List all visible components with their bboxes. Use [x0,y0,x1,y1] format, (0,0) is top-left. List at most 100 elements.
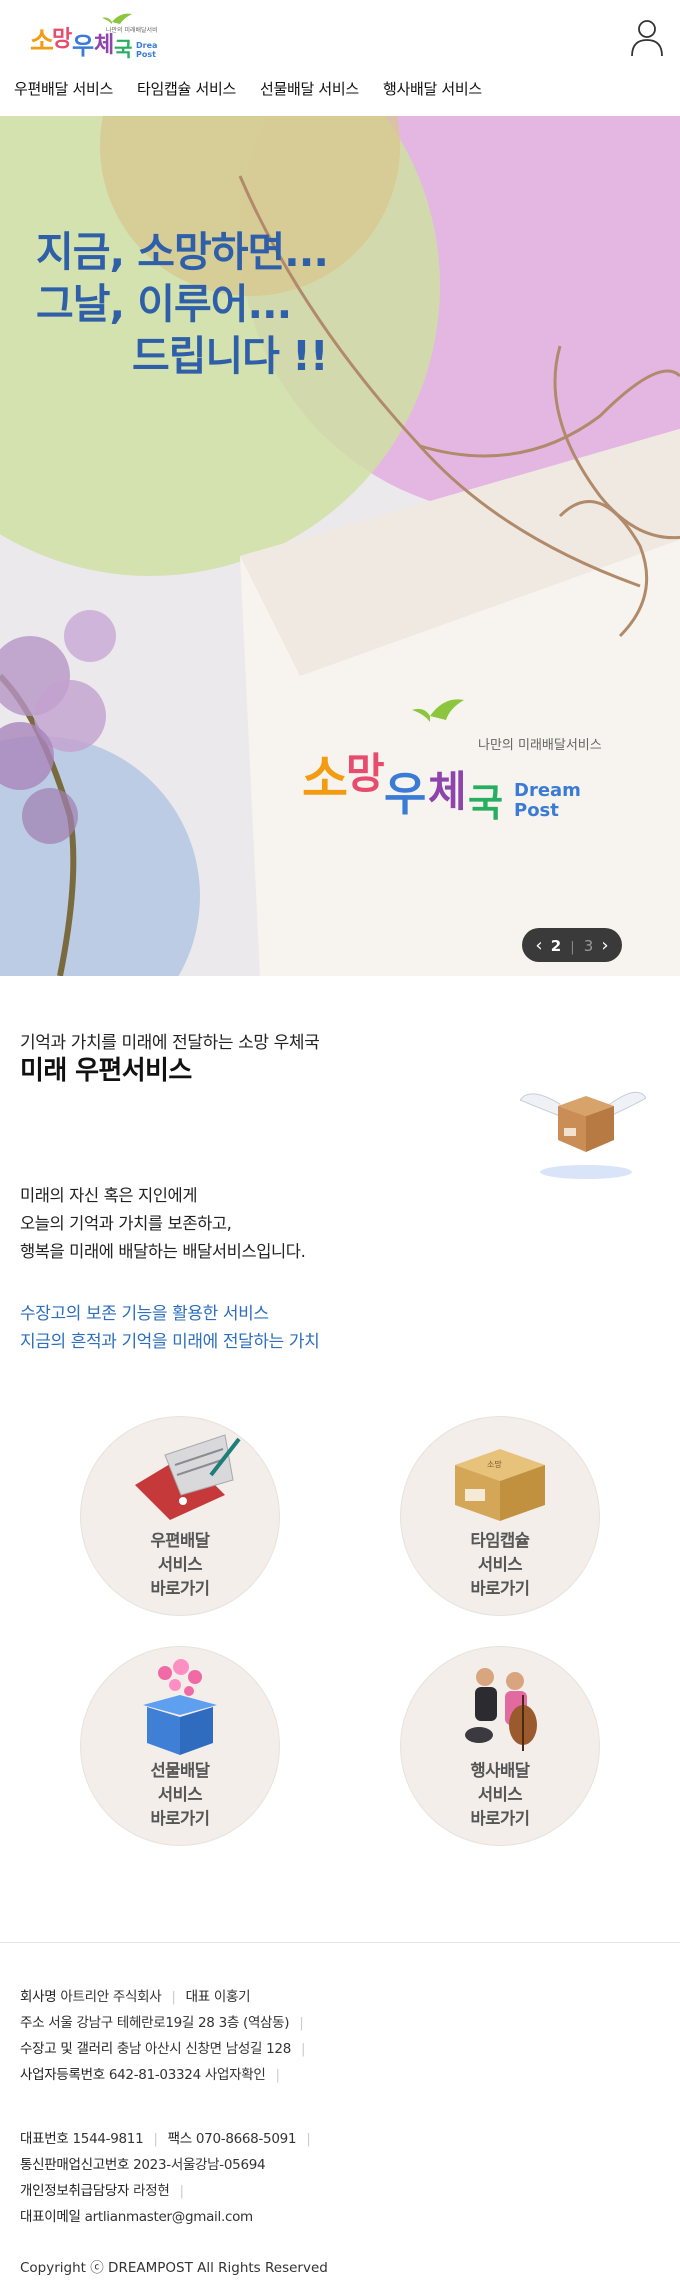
capsule-box-icon: 소망 [455,1449,545,1521]
footer-value: 서울 강남구 테헤란로19길 28 3층 (역삼동) [48,2015,290,2031]
slider-controls: ‹ 2 | 3 › [522,928,622,962]
divider: | [153,2131,158,2147]
footer-address-row: 주소 서울 강남구 테헤란로19길 28 3층 (역삼동) | [20,2011,310,2031]
divider: | [300,2041,306,2057]
footer-label: 회사명 [20,1989,57,2005]
footer-label: 사업자등록번호 [20,2067,105,2083]
intro-title: 미래 우편서비스 [20,1056,192,1086]
footer-label: 수장고 및 갤러리 [20,2041,113,2057]
service-label-line: 바로가기 [470,1579,530,1598]
svg-text:소망: 소망 [487,1459,502,1469]
svg-text:Post: Post [136,50,156,59]
dream-post-logo[interactable]: 소 망 우 체 국 나만의 미래배달서비스 Dream Post [28,10,158,62]
footer-email-link[interactable]: artlianmaster@gmail.com [85,2209,254,2225]
divider: | [171,1989,176,2005]
service-label-line: 바로가기 [150,1579,210,1598]
svg-text:국: 국 [468,781,503,825]
svg-text:Dream: Dream [136,41,158,50]
footer-label: 주소 [20,2015,45,2031]
site-header: 소 망 우 체 국 나만의 미래배달서비스 Dream Post 우편배달 서비… [0,0,680,116]
gift-box-hearts-icon [143,1659,217,1755]
footer-value: 070-8668-5091 [195,2131,297,2147]
hero-line-3: 드립니다 !! [132,332,329,380]
slider-counter: 2 | 3 [551,936,594,955]
divider: | [299,2015,304,2031]
business-verify-link[interactable]: 사업자확인 [205,2067,266,2083]
service-label-line: 타임캡슐 [470,1531,530,1550]
footer-value: 아트리안 주식회사 [60,1989,162,2005]
service-label-line: 행사배달 [470,1761,530,1780]
service-label: 선물배달 서비스 바로가기 [81,1759,279,1831]
service-label-line: 서비스 [157,1785,203,1804]
service-label-line: 바로가기 [470,1809,530,1828]
intro-section: 기억과 가치를 미래에 전달하는 소망 우체국 미래 우편서비스 미래의 자신 … [0,976,680,1406]
svg-text:나만의 미래배달서비스: 나만의 미래배달서비스 [478,738,602,753]
service-mail-delivery-link[interactable]: 우편배달 서비스 바로가기 [80,1416,280,1616]
svg-text:소: 소 [302,750,348,808]
intro-highlight: 수장고의 보존 기능을 활용한 서비스 지금의 흔적과 기억을 미래에 전달하는… [20,1300,320,1356]
svg-text:망: 망 [346,749,385,798]
slider-prev-button[interactable]: ‹ [532,935,546,956]
svg-text:우: 우 [72,32,94,60]
footer-email-row: 대표이메일 artlianmaster@gmail.com [20,2205,253,2225]
service-time-capsule-link[interactable]: 소망 타임캡슐 서비스 바로가기 [400,1416,600,1616]
footer-value: 2023-서울강남-05694 [133,2157,266,2173]
divider: | [275,2067,281,2083]
footer-label: 개인정보취급담당자 [20,2183,130,2199]
footer-value: 이홍기 [213,1989,251,2005]
service-label-line: 서비스 [157,1555,203,1574]
service-gift-delivery-link[interactable]: 선물배달 서비스 바로가기 [80,1646,280,1846]
footer-value: 1544-9811 [72,2131,144,2147]
hero-banner: 소 망 우 체 국 나만의 미래배달서비스 Dream Post 지금, 소망하… [0,116,680,976]
footer-value: 라정현 [133,2183,170,2199]
copyright-bar: Copyright ⓒ DREAMPOST All Rights Reserve… [0,2248,680,2288]
divider: | [306,2131,311,2147]
svg-text:체: 체 [94,33,114,58]
svg-text:나만의 미래배달서비스: 나만의 미래배달서비스 [106,26,158,34]
footer-label: 대표이메일 [20,2209,81,2225]
service-label-line: 바로가기 [150,1809,210,1828]
nav-event-delivery[interactable]: 행사배달 서비스 [383,78,482,99]
main-nav: 우편배달 서비스 타임캡슐 서비스 선물배달 서비스 행사배달 서비스 [14,78,506,99]
svg-text:망: 망 [52,27,72,52]
hero-line-1: 지금, 소망하면... [36,228,329,276]
service-event-delivery-link[interactable]: 행사배달 서비스 바로가기 [400,1646,600,1846]
services-grid: 우편배달 서비스 바로가기 소망 타임캡슐 서비스 바로가기 선물배달 서비스 … [0,1406,680,1942]
svg-text:체: 체 [428,767,467,816]
mail-letter-icon [135,1434,241,1520]
site-footer: 회사명 아트리안 주식회사 | 대표 이홍기 주소 서울 강남구 테헤란로19길… [0,1942,680,2248]
footer-storage-row: 수장고 및 갤러리 충남 아산시 신창면 남성길 128 | [20,2037,311,2057]
copyright: Copyright ⓒ DREAMPOST All Rights Reserve… [20,2260,328,2276]
slider-separator: | [570,939,575,955]
footer-tel-row: 대표번호 1544-9811 | 팩스 070-8668-5091 | [20,2127,316,2147]
flying-box-illustration [520,1091,646,1179]
footer-privacy-row: 개인정보취급담당자 라정현 | [20,2179,190,2199]
footer-label: 팩스 [167,2131,193,2147]
footer-value: 충남 아산시 신창면 남성길 128 [116,2041,291,2057]
nav-mail-delivery[interactable]: 우편배달 서비스 [14,78,113,99]
footer-label: 대표번호 [20,2131,69,2147]
footer-company-row: 회사명 아트리안 주식회사 | 대표 이홍기 [20,1985,251,2005]
footer-biz-row: 사업자등록번호 642-81-03324 사업자확인 | [20,2063,286,2083]
intro-highlight-line-1: 수장고의 보존 기능을 활용한 서비스 [20,1304,269,1324]
divider: | [179,2183,184,2199]
musicians-icon [465,1668,537,1751]
footer-value: 642-81-03324 [108,2067,201,2083]
service-label-line: 서비스 [477,1785,523,1804]
intro-body-line-1: 미래의 자신 혹은 지인에게 [20,1186,198,1205]
intro-body-line-3: 행복을 미래에 배달하는 배달서비스입니다. [20,1242,306,1261]
svg-text:소: 소 [30,27,54,57]
nav-time-capsule[interactable]: 타임캡슐 서비스 [137,78,236,99]
slider-next-button[interactable]: › [598,935,612,956]
svg-text:우: 우 [384,767,426,821]
footer-mail-order-row: 통신판매업신고번호 2023-서울강남-05694 [20,2153,266,2173]
intro-body: 미래의 자신 혹은 지인에게 오늘의 기억과 가치를 보존하고, 행복을 미래에… [20,1182,306,1266]
hero-headline: 지금, 소망하면... 그날, 이루어... 드립니다 !! [36,226,329,382]
service-label: 행사배달 서비스 바로가기 [401,1759,599,1831]
slider-total: 3 [583,936,594,955]
service-label-line: 우편배달 [150,1531,210,1550]
service-label-line: 서비스 [477,1555,523,1574]
nav-gift-delivery[interactable]: 선물배달 서비스 [260,78,359,99]
slider-current: 2 [550,936,562,955]
user-icon[interactable] [626,16,668,58]
